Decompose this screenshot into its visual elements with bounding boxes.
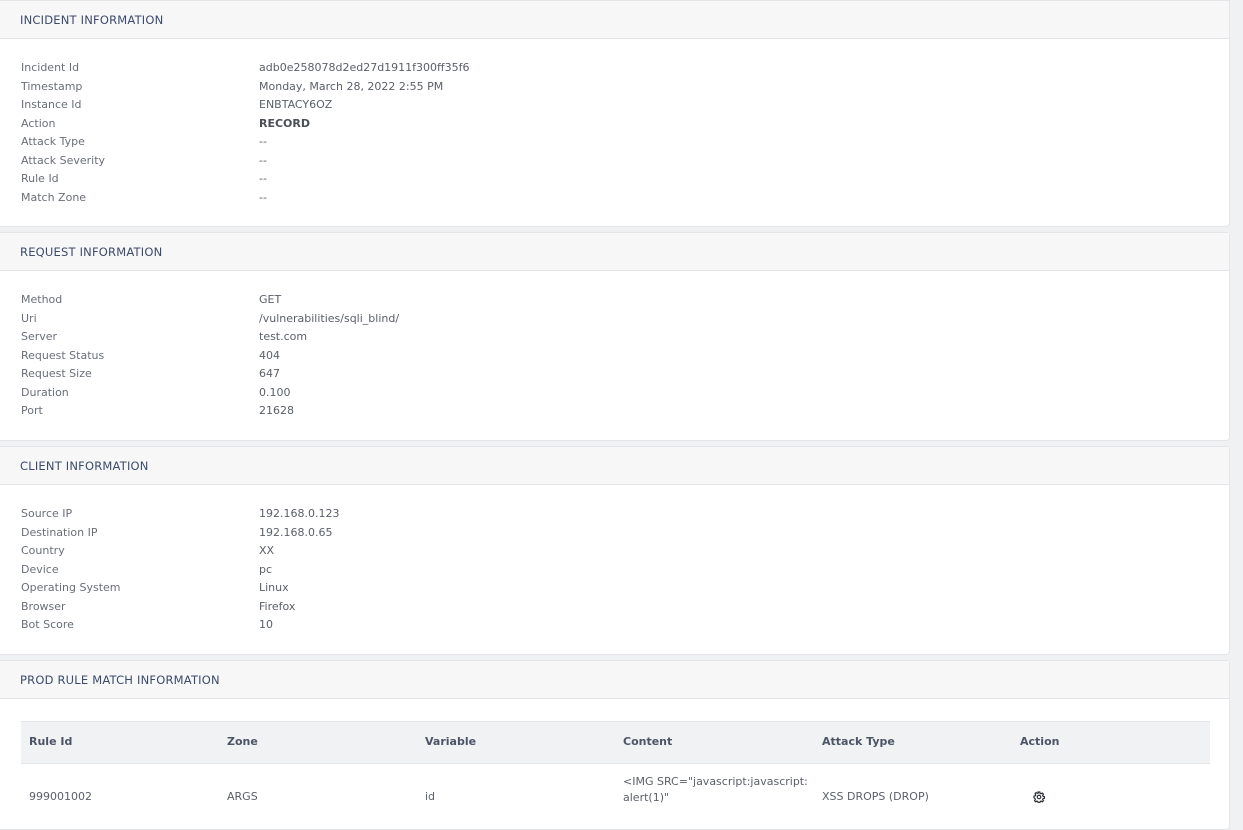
column-header-rule-id: Rule Id — [29, 735, 73, 748]
right-gutter — [1230, 0, 1243, 828]
row-label: Attack Type — [21, 135, 85, 148]
row-label: Request Status — [21, 348, 105, 362]
row-value: adb0e258078d2ed27d1911f300ff35f6 — [259, 61, 470, 74]
cell-zone: ARGS — [227, 790, 258, 803]
port-row: Port 21628 — [21, 402, 1201, 420]
row-value: ENBTACY6OZ — [259, 98, 333, 111]
gear-icon-svg — [1033, 791, 1045, 803]
row-label: Rule Id — [21, 172, 59, 185]
row-value: GET — [259, 293, 282, 306]
match-zone-row: Match Zone -- — [21, 189, 1201, 207]
table-row: 999001002 ARGS id <IMG SRC="javascript:j… — [21, 764, 1210, 830]
row-value: 192.168.0.65 — [259, 525, 333, 539]
operating-system-row: Operating System Linux — [21, 579, 1201, 597]
request-size-row: Request Size 647 — [21, 365, 1201, 383]
column-header-content: Content — [623, 735, 673, 748]
row-label: Method — [21, 293, 63, 306]
row-label: Operating System — [21, 581, 121, 594]
row-value: XX — [259, 544, 275, 557]
row-value: 0.100 — [259, 385, 291, 399]
row-label: Country — [21, 544, 65, 557]
row-value: Firefox — [259, 599, 296, 613]
row-label: Action — [21, 116, 56, 130]
row-label: Instance Id — [21, 98, 82, 111]
cell-attack-type: XSS DROPS (DROP) — [822, 790, 929, 803]
row-label: Attack Severity — [21, 153, 106, 167]
incident-information-card: INCIDENT INFORMATION Incident Id adb0e258… — [0, 0, 1230, 227]
timestamp-row: Timestamp Monday, March 28, 2022 2:55 PM — [21, 78, 1201, 96]
cell-rule-id: 999001002 — [29, 790, 92, 803]
attack-type-row: Attack Type -- — [21, 133, 1201, 151]
instance-id-row: Instance Id ENBTACY6OZ — [21, 96, 1201, 114]
row-label: Duration — [21, 385, 69, 399]
cell-content: <IMG SRC="javascript:javascript:alert(1)… — [623, 775, 808, 804]
row-value: test.com — [259, 330, 308, 343]
row-label: Source IP — [21, 507, 73, 520]
row-label: Request Size — [21, 367, 92, 380]
rule-id-row: Rule Id -- — [21, 170, 1201, 188]
cell-variable: id — [425, 790, 436, 803]
request-status-row: Request Status 404 — [21, 347, 1201, 365]
gear-icon[interactable] — [1031, 789, 1047, 805]
source-ip-row: Source IP 192.168.0.123 — [21, 505, 1201, 523]
row-value: RECORD — [259, 116, 311, 130]
row-label: Bot Score — [21, 618, 74, 631]
row-value: 647 — [259, 367, 280, 380]
row-label: Uri — [21, 311, 37, 325]
destination-ip-row: Destination IP 192.168.0.65 — [21, 524, 1201, 542]
table-header-row: Rule Id Zone Variable Content Attack Typ… — [21, 721, 1210, 764]
duration-row: Duration 0.100 — [21, 384, 1201, 402]
row-label: Match Zone — [21, 190, 87, 204]
row-value: 404 — [259, 348, 280, 362]
device-row: Device pc — [21, 561, 1201, 579]
row-label: Server — [21, 330, 58, 343]
row-label: Incident Id — [21, 61, 80, 74]
row-value: Linux — [259, 581, 289, 594]
row-value: pc — [259, 562, 273, 576]
country-row: Country XX — [21, 542, 1201, 560]
row-value: 10 — [259, 618, 273, 631]
client-information-card: CLIENT INFORMATION Source IP 192.168.0.12… — [0, 446, 1230, 655]
row-value: -- — [259, 153, 267, 167]
request-information-card: REQUEST INFORMATION Method GET Uri/vulner… — [0, 232, 1230, 441]
row-value: -- — [259, 135, 267, 148]
column-header-action: Action — [1020, 735, 1060, 748]
incident-information-header: INCIDENT INFORMATION — [0, 1, 1229, 39]
row-value: -- — [259, 172, 267, 185]
row-value: /vulnerabilities/sqli_blind/ — [259, 311, 400, 325]
method-row: Method GET — [21, 291, 1201, 309]
incident-id-row: Incident Id adb0e258078d2ed27d1911f300ff3… — [21, 59, 1201, 77]
rule-match-table: Rule Id Zone Variable Content Attack Typ… — [21, 721, 1210, 830]
row-label: Port — [21, 404, 43, 417]
rule-match-card: PROD RULE MATCH INFORMATION Rule Id Zone… — [0, 660, 1230, 830]
rule-match-header: PROD RULE MATCH INFORMATION — [0, 661, 1229, 699]
uri-row: Uri/vulnerabilities/sqli_blind/ — [21, 310, 1201, 328]
row-label: Timestamp — [21, 79, 83, 93]
row-label: Device — [21, 562, 59, 576]
browser-row: Browser Firefox — [21, 598, 1201, 616]
action-row: Action RECORD — [21, 115, 1201, 133]
request-information-header: REQUEST INFORMATION — [0, 233, 1229, 271]
column-header-attack-type: Attack Type — [822, 735, 895, 748]
bot-score-row: Bot Score 10 — [21, 616, 1201, 634]
attack-severity-row: Attack Severity -- — [21, 152, 1201, 170]
row-value: Monday, March 28, 2022 2:55 PM — [259, 79, 444, 93]
row-label: Browser — [21, 599, 66, 613]
server-row: Server test.com — [21, 328, 1201, 346]
column-header-zone: Zone — [227, 735, 258, 748]
row-value: -- — [259, 190, 267, 204]
row-value: 21628 — [259, 404, 294, 417]
row-value: 192.168.0.123 — [259, 507, 340, 520]
client-information-header: CLIENT INFORMATION — [0, 447, 1229, 485]
column-header-variable: Variable — [425, 735, 477, 748]
row-label: Destination IP — [21, 525, 98, 539]
